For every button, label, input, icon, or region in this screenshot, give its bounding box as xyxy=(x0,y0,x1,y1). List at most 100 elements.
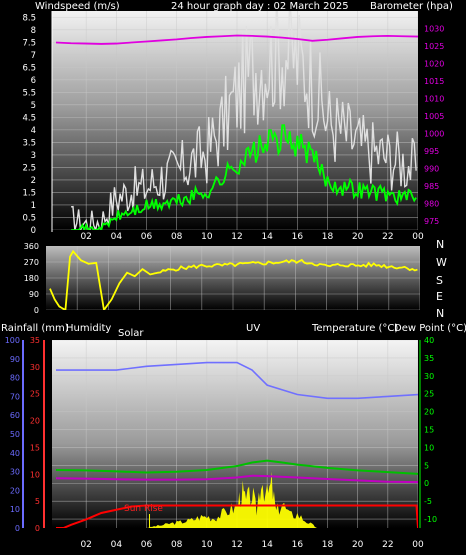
wind-y-tick-label: 2 xyxy=(31,176,36,186)
chart-title: 24 hour graph day : 02 March 2025 xyxy=(171,1,349,12)
x-tick-label: 10 xyxy=(201,540,213,550)
barometer-tick-label: 1030 xyxy=(424,25,444,34)
wind-y-tick-label: 5 xyxy=(31,101,36,111)
x-tick-label: 12 xyxy=(231,540,242,550)
solar-label: Solar xyxy=(118,328,144,339)
x-tick-label: 14 xyxy=(261,540,273,550)
weather-graph-page: Windspeed (m/s) 24 hour graph day : 02 M… xyxy=(0,0,466,555)
x-tick-label: 08 xyxy=(171,540,183,550)
wind-y-tick-label: 3 xyxy=(31,151,36,161)
temperature-tick-label: 20 xyxy=(424,408,434,417)
wind-y-tick-label: 6.5 xyxy=(22,63,36,73)
rain-tick-label: 25 xyxy=(30,390,40,399)
temperature-tick-label: 30 xyxy=(424,372,434,381)
barometer-tick-label: 1005 xyxy=(424,112,444,121)
barometer-tick-label: 995 xyxy=(424,147,439,156)
humidity-tick-label: 30 xyxy=(10,468,20,477)
temperature-tick-label: 25 xyxy=(424,390,434,399)
humidity-tick-label: 50 xyxy=(10,430,20,439)
x-tick-label: 00 xyxy=(412,540,424,550)
wind-y-tick-label: 7 xyxy=(31,51,36,61)
rain-tick-label: 15 xyxy=(30,443,40,452)
direction-tick-label: 360 xyxy=(24,242,39,251)
humidity-tick-label: 0 xyxy=(15,524,20,533)
humidity-tick-label: 10 xyxy=(10,505,20,514)
wind-y-tick-label: 7.5 xyxy=(22,38,36,48)
wind-y-tick-label: 4.5 xyxy=(22,113,36,123)
barometer-tick-label: 985 xyxy=(424,182,439,191)
temperature-tick-label: -5 xyxy=(424,497,432,506)
wind-y-tick-label: 2.5 xyxy=(22,163,36,173)
x-tick-label: 18 xyxy=(322,540,334,550)
dew-point-label: Dew Point (°C) xyxy=(394,323,466,334)
wind-y-tick-label: 4 xyxy=(31,126,36,136)
wind-y-tick-label: 6 xyxy=(31,76,36,86)
x-tick-label: 18 xyxy=(322,232,334,242)
barometer-tick-label: 1010 xyxy=(424,95,444,104)
barometer-tick-label: 990 xyxy=(424,165,439,174)
rain-tick-label: 35 xyxy=(30,336,40,345)
humidity-tick-label: 60 xyxy=(10,411,20,420)
direction-label-n-top: N xyxy=(436,238,444,251)
wind-y-tick-label: 0.5 xyxy=(22,213,36,223)
wind-y-tick-label: 5.5 xyxy=(22,88,36,98)
wind-y-tick-label: 1.5 xyxy=(22,188,36,198)
temperature-tick-label: 0 xyxy=(424,479,429,488)
humidity-tick-label: 70 xyxy=(10,392,20,401)
x-tick-label: 20 xyxy=(352,540,364,550)
direction-tick-label: 0 xyxy=(34,306,39,315)
barometer-tick-label: 1025 xyxy=(424,42,444,51)
x-tick-label: 22 xyxy=(382,232,393,242)
humidity-tick-label: 40 xyxy=(10,449,20,458)
rainfall-label: Rainfall (mm) xyxy=(1,323,69,334)
barometer-tick-label: 975 xyxy=(424,217,439,226)
temperature-tick-label: 10 xyxy=(424,443,434,452)
humidity-tick-label: 100 xyxy=(5,336,20,345)
direction-label-n-bottom: N xyxy=(436,307,444,320)
x-tick-label: 20 xyxy=(352,232,364,242)
direction-tick-label: 270 xyxy=(24,258,39,267)
x-tick-label: 22 xyxy=(382,540,393,550)
x-tick-label: 04 xyxy=(111,540,123,550)
barometer-tick-label: 980 xyxy=(424,200,439,209)
x-tick-label: 16 xyxy=(292,540,304,550)
x-tick-label: 08 xyxy=(171,232,183,242)
direction-label-s: S xyxy=(436,274,443,287)
weather-charts: Windspeed (m/s) 24 hour graph day : 02 M… xyxy=(1,1,466,550)
rain-tick-label: 30 xyxy=(30,363,40,372)
x-tick-label: 00 xyxy=(412,232,424,242)
x-tick-label: 02 xyxy=(80,540,91,550)
rain-tick-label: 0 xyxy=(35,524,40,533)
x-tick-label: 06 xyxy=(141,540,153,550)
temperature-tick-label: 35 xyxy=(424,354,434,363)
temperature-tick-label: 15 xyxy=(424,426,434,435)
rain-tick-label: 10 xyxy=(30,470,40,479)
x-tick-label: 04 xyxy=(111,232,123,242)
x-tick-label: 16 xyxy=(292,232,304,242)
wind-y-tick-label: 1 xyxy=(31,201,36,211)
wind-y-tick-label: 3.5 xyxy=(22,138,36,148)
temperature-label: Temperature (°C) xyxy=(311,323,398,334)
sun-rise-annotation: Sun Rise xyxy=(124,504,163,514)
temperature-tick-label: 5 xyxy=(424,461,429,470)
x-tick-label: 06 xyxy=(141,232,153,242)
barometer-axis-label: Barometer (hpa) xyxy=(370,1,453,12)
humidity-label: Humidity xyxy=(66,323,111,334)
temperature-tick-label: -10 xyxy=(424,515,437,524)
wind-y-tick-label: 0 xyxy=(31,226,36,236)
direction-label-e: E xyxy=(436,290,443,303)
x-tick-label: 02 xyxy=(80,232,91,242)
lower-panel-background xyxy=(52,340,418,528)
direction-tick-label: 90 xyxy=(29,290,39,299)
rain-tick-label: 5 xyxy=(35,497,40,506)
barometer-tick-label: 1020 xyxy=(424,60,444,69)
humidity-tick-label: 80 xyxy=(10,374,20,383)
x-tick-label: 14 xyxy=(261,232,273,242)
wind-y-tick-label: 8 xyxy=(31,26,36,36)
wind-y-tick-label: 8.5 xyxy=(22,13,36,23)
x-tick-label: 10 xyxy=(201,232,213,242)
rain-tick-label: 20 xyxy=(30,417,40,426)
humidity-tick-label: 20 xyxy=(10,486,20,495)
windspeed-axis-label: Windspeed (m/s) xyxy=(35,1,120,12)
x-tick-label: 12 xyxy=(231,232,242,242)
